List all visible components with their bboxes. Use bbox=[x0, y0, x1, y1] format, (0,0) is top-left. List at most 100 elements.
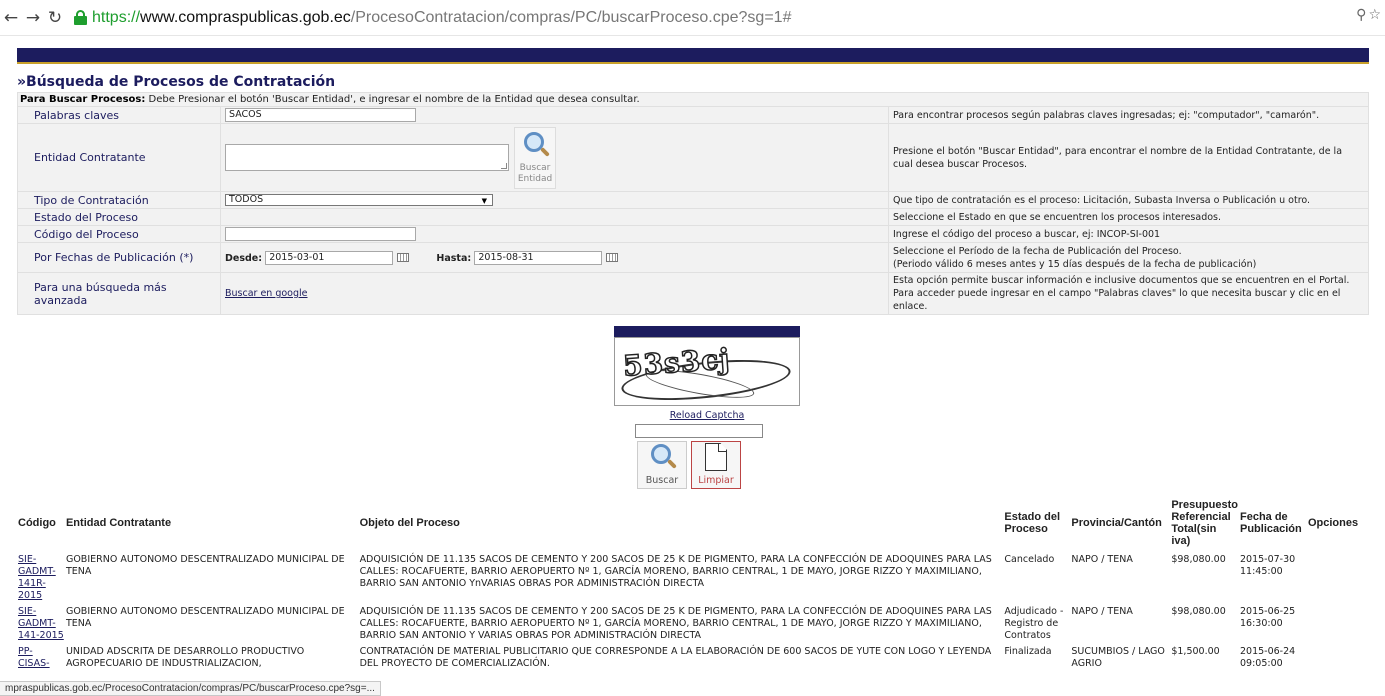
status-bar-url: mpraspublicas.gob.ec/ProcesoContratacion… bbox=[0, 681, 381, 696]
type-label: Tipo de Contratación bbox=[17, 191, 221, 209]
zoom-icon[interactable]: ⚲ bbox=[1356, 7, 1366, 23]
magnifier-icon bbox=[520, 131, 550, 161]
to-calendar-icon[interactable] bbox=[606, 253, 619, 262]
budget-cell: $1,500.00 bbox=[1171, 646, 1220, 657]
dates-help-1: Seleccione el Período de la fecha de Pub… bbox=[893, 245, 1182, 257]
browser-toolbar: ← → ↻ https://www.compraspublicas.gob.ec… bbox=[0, 0, 1385, 36]
dates-help-2: (Periodo válido 6 meses antes y 15 días … bbox=[893, 258, 1257, 270]
date-cell: 2015-06-25 16:30:00 bbox=[1239, 606, 1296, 629]
lock-icon bbox=[74, 10, 87, 25]
address-bar[interactable]: https://www.compraspublicas.gob.ec/Proce… bbox=[74, 4, 1385, 32]
date-cell: 2015-07-30 11:45:00 bbox=[1239, 554, 1296, 577]
col-header-entity: Entidad Contratante bbox=[65, 517, 172, 529]
code-label: Código del Proceso bbox=[17, 225, 221, 243]
document-icon bbox=[705, 443, 727, 471]
object-cell: ADQUISICIÓN DE 11.135 SACOS DE CEMENTO Y… bbox=[359, 606, 992, 641]
site-header-bar bbox=[17, 48, 1369, 64]
clear-button[interactable]: Limpiar bbox=[691, 441, 741, 489]
type-help: Que tipo de contratación es el proceso: … bbox=[888, 191, 1369, 209]
col-header-options: Opciones bbox=[1307, 517, 1359, 529]
url-host: www.compraspublicas.gob.ec bbox=[140, 8, 351, 26]
search-form: Para Buscar Procesos: Debe Presionar el … bbox=[17, 92, 1369, 315]
table-row: SIE-GADMT-141R-2015 GOBIERNO AUTONOMO DE… bbox=[17, 552, 1369, 604]
state-help: Seleccione el Estado en que se encuentre… bbox=[888, 208, 1369, 226]
advanced-label: Para una búsqueda más avanzada bbox=[17, 272, 221, 315]
forward-arrow-icon[interactable]: → bbox=[22, 4, 44, 32]
back-arrow-icon[interactable]: ← bbox=[0, 4, 22, 32]
results-table: Código Entidad Contratante Objeto del Pr… bbox=[17, 494, 1369, 672]
reload-icon[interactable]: ↻ bbox=[44, 4, 66, 32]
clear-button-label: Limpiar bbox=[698, 475, 734, 486]
page-title: »Búsqueda de Procesos de Contratación bbox=[17, 74, 336, 90]
state-label: Estado del Proceso bbox=[17, 208, 221, 226]
reload-captcha-link[interactable]: Reload Captcha bbox=[670, 410, 745, 421]
search-entity-label-1: Buscar bbox=[519, 162, 551, 173]
state-cell: Cancelado bbox=[1004, 554, 1055, 565]
to-label: Hasta: bbox=[436, 252, 472, 264]
object-cell: CONTRATACIÓN DE MATERIAL PUBLICITARIO QU… bbox=[359, 646, 992, 669]
dates-label: Por Fechas de Publicación (*) bbox=[17, 242, 221, 273]
col-header-province: Provincia/Cantón bbox=[1071, 517, 1162, 529]
col-header-object: Objeto del Proceso bbox=[359, 517, 460, 529]
captcha-header-bar bbox=[614, 326, 800, 337]
province-cell: NAPO / TENA bbox=[1071, 554, 1133, 565]
process-code-link[interactable]: PP-CISAS- bbox=[18, 646, 50, 669]
search-button-label: Buscar bbox=[645, 475, 679, 486]
search-entity-label-2: Entidad bbox=[517, 173, 553, 184]
keywords-label: Palabras claves bbox=[17, 106, 221, 124]
entity-help: Presione el botón "Buscar Entidad", para… bbox=[888, 123, 1369, 192]
instructions-text: Debe Presionar el botón 'Buscar Entidad'… bbox=[145, 94, 640, 105]
state-cell: Finalizada bbox=[1004, 646, 1052, 657]
code-help: Ingrese el código del proceso a buscar, … bbox=[888, 225, 1369, 243]
province-cell: NAPO / TENA bbox=[1071, 606, 1133, 617]
url-path: /ProcesoContratacion/compras/PC/buscarPr… bbox=[350, 8, 792, 26]
table-row: SIE-GADMT-141-2015 GOBIERNO AUTONOMO DES… bbox=[17, 604, 1369, 644]
from-calendar-icon[interactable] bbox=[397, 253, 410, 262]
province-cell: SUCUMBIOS / LAGO AGRIO bbox=[1071, 646, 1165, 669]
code-input[interactable] bbox=[225, 227, 416, 241]
state-control bbox=[220, 208, 889, 226]
entity-textarea[interactable] bbox=[225, 144, 509, 171]
search-entity-button[interactable]: Buscar Entidad bbox=[514, 126, 556, 189]
google-search-link[interactable]: Buscar en google bbox=[225, 288, 308, 299]
to-date-input[interactable]: 2015-08-31 bbox=[474, 250, 603, 265]
advanced-help: Esta opción permite buscar información e… bbox=[888, 272, 1369, 315]
col-header-code: Código bbox=[18, 517, 56, 529]
dropdown-arrow-icon: ▼ bbox=[481, 197, 487, 205]
col-header-date: Fecha de Publicación bbox=[1239, 511, 1302, 535]
type-select[interactable]: TODOS ▼ bbox=[225, 194, 493, 206]
date-cell: 2015-06-24 09:05:00 bbox=[1239, 646, 1296, 669]
bookmark-star-icon[interactable]: ☆ bbox=[1368, 7, 1381, 23]
process-code-link[interactable]: SIE-GADMT-141-2015 bbox=[18, 606, 64, 641]
results-header-row: Código Entidad Contratante Objeto del Pr… bbox=[17, 494, 1369, 552]
from-label: Desde: bbox=[225, 252, 263, 264]
state-cell: Adjudicado - Registro de Contratos bbox=[1004, 606, 1064, 641]
budget-cell: $98,080.00 bbox=[1171, 554, 1226, 565]
action-buttons: Buscar Limpiar bbox=[637, 441, 741, 489]
resize-grip-icon[interactable] bbox=[501, 163, 507, 169]
object-cell: ADQUISICIÓN DE 11.135 SACOS DE CEMENTO Y… bbox=[359, 554, 992, 589]
entity-cell: GOBIERNO AUTONOMO DESCENTRALIZADO MUNICI… bbox=[65, 554, 345, 577]
search-button[interactable]: Buscar bbox=[637, 441, 687, 489]
options-cell bbox=[1307, 644, 1369, 672]
budget-cell: $98,080.00 bbox=[1171, 606, 1226, 617]
magnifier-icon bbox=[647, 443, 677, 473]
instructions: Para Buscar Procesos: Debe Presionar el … bbox=[17, 92, 1369, 107]
col-header-budget: Presupuesto Referencial Total(sin iva) bbox=[1171, 499, 1238, 547]
url-scheme: https:// bbox=[92, 8, 141, 26]
options-cell bbox=[1307, 552, 1369, 604]
process-code-link[interactable]: SIE-GADMT-141R-2015 bbox=[18, 554, 56, 601]
options-cell bbox=[1307, 604, 1369, 644]
captcha-image: 53s3cj bbox=[614, 337, 800, 406]
instructions-bold: Para Buscar Procesos: bbox=[20, 94, 146, 105]
reload-captcha: Reload Captcha bbox=[614, 410, 800, 421]
entity-cell: UNIDAD ADSCRITA DE DESARROLLO PRODUCTIVO… bbox=[65, 646, 305, 669]
table-row: PP-CISAS- UNIDAD ADSCRITA DE DESARROLLO … bbox=[17, 644, 1369, 672]
captcha-input[interactable] bbox=[635, 424, 763, 438]
type-select-value: TODOS bbox=[229, 194, 264, 205]
keywords-input[interactable]: SACOS bbox=[225, 108, 416, 122]
col-header-state: Estado del Proceso bbox=[1004, 511, 1061, 535]
from-date-input[interactable]: 2015-03-01 bbox=[265, 250, 394, 265]
keywords-help: Para encontrar procesos según palabras c… bbox=[888, 106, 1369, 124]
entity-label: Entidad Contratante bbox=[17, 123, 221, 192]
